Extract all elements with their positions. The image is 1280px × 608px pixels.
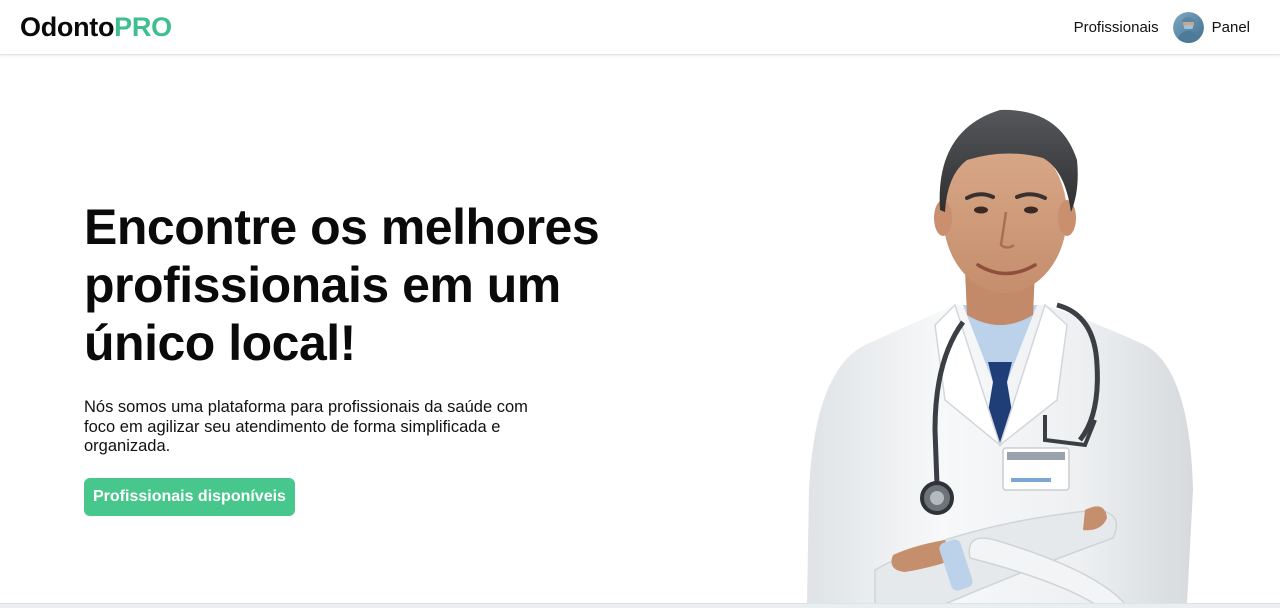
logo[interactable]: OdontoPRO [20,12,172,43]
avatar [1172,11,1204,43]
page-bottom-divider [0,603,1280,608]
main-nav: Profissionais Panel [1074,11,1250,43]
nav-link-professionals[interactable]: Profissionais [1074,19,1159,36]
hero-section: Encontre os melhores profissionais em um… [84,198,644,516]
available-professionals-button[interactable]: Profissionais disponíveis [84,477,295,516]
doctor-image [807,109,1193,604]
nav-link-panel[interactable]: Panel [1172,11,1250,43]
nav-panel-label: Panel [1211,18,1250,36]
hero-title: Encontre os melhores profissionais em um… [84,199,600,371]
top-navbar: OdontoPRO Profissionais Panel [0,0,1280,55]
hero-description: Nós somos uma plataforma para profission… [84,398,528,455]
logo-accent-text: PRO [114,11,172,42]
logo-main-text: Odonto [20,11,115,42]
